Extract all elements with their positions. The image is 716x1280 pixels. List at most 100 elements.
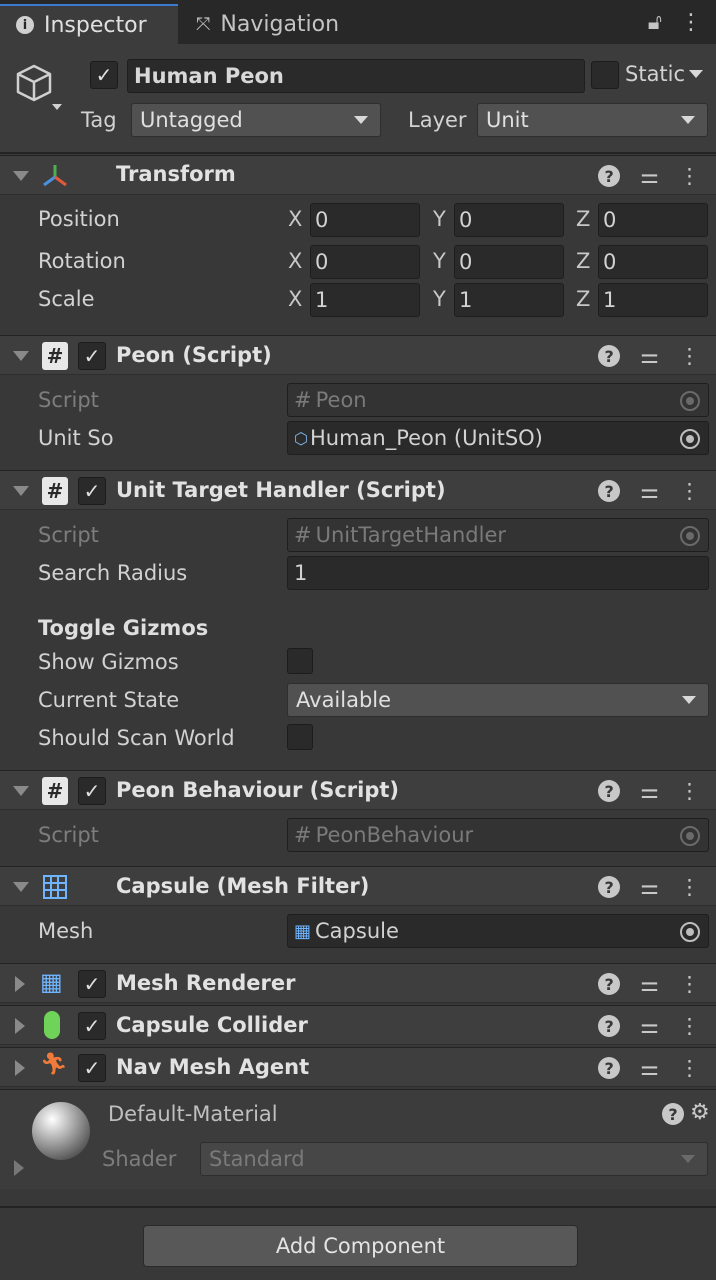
object-picker-icon[interactable]: [680, 922, 700, 942]
kebab-menu-icon[interactable]: ⋮: [679, 875, 700, 899]
mesh-filter-header[interactable]: Capsule (Mesh Filter) ? ⚌ ⋮: [0, 866, 716, 906]
presets-icon[interactable]: ⚌: [640, 1056, 659, 1080]
search-radius-label[interactable]: Search Radius: [38, 561, 187, 585]
static-dropdown[interactable]: Static: [625, 62, 704, 86]
object-name-field[interactable]: Human Peon: [127, 59, 585, 93]
enabled-checkbox[interactable]: ✓: [78, 1054, 106, 1082]
presets-icon[interactable]: ⚌: [640, 344, 659, 368]
layer-label: Layer: [408, 108, 467, 132]
peon-behaviour-header[interactable]: # ✓ Peon Behaviour (Script) ? ⚌ ⋮: [0, 770, 716, 810]
x-label[interactable]: X: [288, 287, 302, 311]
unitso-field[interactable]: ⬡ Human_Peon (UnitSO): [287, 421, 709, 455]
current-state-value: Available: [296, 688, 392, 712]
static-checkbox[interactable]: [591, 61, 619, 89]
tab-inspector[interactable]: i Inspector: [0, 4, 178, 44]
position-y-field[interactable]: 0: [454, 203, 564, 237]
enabled-checkbox[interactable]: ✓: [78, 970, 106, 998]
mesh-label: Mesh: [38, 919, 94, 943]
presets-icon[interactable]: ⚌: [640, 479, 659, 503]
mesh-renderer-header[interactable]: ▦ ✓ Mesh Renderer ? ⚌ ⋮: [0, 963, 716, 1003]
script-field: # Peon: [287, 383, 709, 417]
tag-label: Tag: [81, 108, 117, 132]
layer-dropdown[interactable]: Unit: [477, 103, 708, 137]
object-picker-icon[interactable]: [680, 429, 700, 449]
rotation-x-field[interactable]: 0: [310, 245, 420, 279]
kebab-menu-icon[interactable]: ⋮: [679, 779, 700, 803]
show-gizmos-checkbox[interactable]: [287, 648, 313, 674]
foldout-expanded-icon[interactable]: [13, 486, 29, 496]
z-label[interactable]: Z: [576, 287, 590, 311]
help-icon[interactable]: ?: [598, 480, 621, 502]
enabled-checkbox[interactable]: ✓: [78, 477, 106, 505]
help-icon[interactable]: ?: [598, 780, 621, 802]
help-icon[interactable]: ?: [598, 1015, 621, 1037]
lock-icon[interactable]: 🔓︎: [648, 10, 662, 35]
help-icon[interactable]: ?: [598, 345, 621, 367]
foldout-expanded-icon[interactable]: [13, 171, 29, 181]
foldout-collapsed-icon[interactable]: [15, 1018, 25, 1034]
foldout-collapsed-icon[interactable]: [15, 1060, 25, 1076]
foldout-collapsed-icon[interactable]: [15, 976, 25, 992]
kebab-menu-icon[interactable]: ⋮: [679, 972, 700, 996]
kebab-menu-icon[interactable]: ⋮: [679, 164, 700, 188]
help-icon[interactable]: ?: [598, 165, 621, 187]
mesh-field[interactable]: ▦ Capsule: [287, 914, 709, 948]
kebab-menu-icon[interactable]: ⋮: [679, 1014, 700, 1038]
presets-icon[interactable]: ⚌: [640, 972, 659, 996]
enabled-checkbox[interactable]: ✓: [78, 1012, 106, 1040]
x-label[interactable]: X: [288, 207, 302, 231]
presets-icon[interactable]: ⚌: [640, 1014, 659, 1038]
help-icon[interactable]: ?: [598, 1057, 621, 1079]
presets-icon[interactable]: ⚌: [640, 164, 659, 188]
tab-navigation[interactable]: ⤧ Navigation: [180, 4, 380, 44]
gear-icon[interactable]: ⚙: [690, 1100, 710, 1125]
help-icon[interactable]: ?: [598, 876, 621, 898]
shader-label: Shader: [102, 1147, 177, 1171]
foldout-expanded-icon[interactable]: [13, 882, 29, 892]
position-z-field[interactable]: 0: [598, 203, 708, 237]
current-state-dropdown[interactable]: Available: [287, 683, 709, 717]
y-label[interactable]: Y: [433, 249, 446, 273]
search-radius-field[interactable]: 1: [287, 556, 709, 590]
position-x-field[interactable]: 0: [310, 203, 420, 237]
y-label[interactable]: Y: [433, 207, 446, 231]
foldout-collapsed-icon[interactable]: [14, 1160, 24, 1176]
rotation-z-field[interactable]: 0: [598, 245, 708, 279]
kebab-menu-icon[interactable]: ⋮: [679, 1056, 700, 1080]
capsule-collider-header[interactable]: ✓ Capsule Collider ? ⚌ ⋮: [0, 1005, 716, 1045]
z-label[interactable]: Z: [576, 207, 590, 231]
z-label[interactable]: Z: [576, 249, 590, 273]
scale-z-field[interactable]: 1: [598, 283, 708, 317]
rotation-y-field[interactable]: 0: [454, 245, 564, 279]
foldout-expanded-icon[interactable]: [13, 786, 29, 796]
active-checkbox[interactable]: ✓: [90, 61, 118, 89]
shader-dropdown: Standard: [200, 1142, 708, 1176]
help-icon[interactable]: ?: [662, 1103, 684, 1125]
kebab-menu-icon[interactable]: ⋮: [679, 344, 700, 368]
x-label[interactable]: X: [288, 249, 302, 273]
kebab-menu-icon[interactable]: ⋮: [680, 10, 702, 35]
component-actions: ? ⚌ ⋮: [598, 1014, 700, 1038]
scriptable-object-icon: ⬡: [294, 428, 308, 448]
nav-mesh-agent-header[interactable]: 🏃︎ ✓ Nav Mesh Agent ? ⚌ ⋮: [0, 1047, 716, 1087]
foldout-expanded-icon[interactable]: [13, 351, 29, 361]
help-icon[interactable]: ?: [598, 973, 621, 995]
cube-icon[interactable]: [12, 60, 64, 112]
enabled-checkbox[interactable]: ✓: [78, 342, 106, 370]
transform-header[interactable]: Transform ? ⚌ ⋮: [0, 155, 716, 195]
presets-icon[interactable]: ⚌: [640, 779, 659, 803]
peon-script-header[interactable]: # ✓ Peon (Script) ? ⚌ ⋮: [0, 335, 716, 375]
scale-x-field[interactable]: 1: [310, 283, 420, 317]
divider: [0, 1206, 716, 1208]
presets-icon[interactable]: ⚌: [640, 875, 659, 899]
scale-y-field[interactable]: 1: [454, 283, 564, 317]
should-scan-label: Should Scan World: [38, 726, 235, 750]
enabled-checkbox[interactable]: ✓: [78, 777, 106, 805]
y-label[interactable]: Y: [433, 287, 446, 311]
add-component-button[interactable]: Add Component: [143, 1225, 578, 1267]
kebab-menu-icon[interactable]: ⋮: [679, 479, 700, 503]
should-scan-checkbox[interactable]: [287, 724, 313, 750]
tag-dropdown[interactable]: Untagged: [131, 103, 381, 137]
script-hash-icon: #: [294, 823, 312, 847]
unit-target-handler-header[interactable]: # ✓ Unit Target Handler (Script) ? ⚌ ⋮: [0, 470, 716, 510]
